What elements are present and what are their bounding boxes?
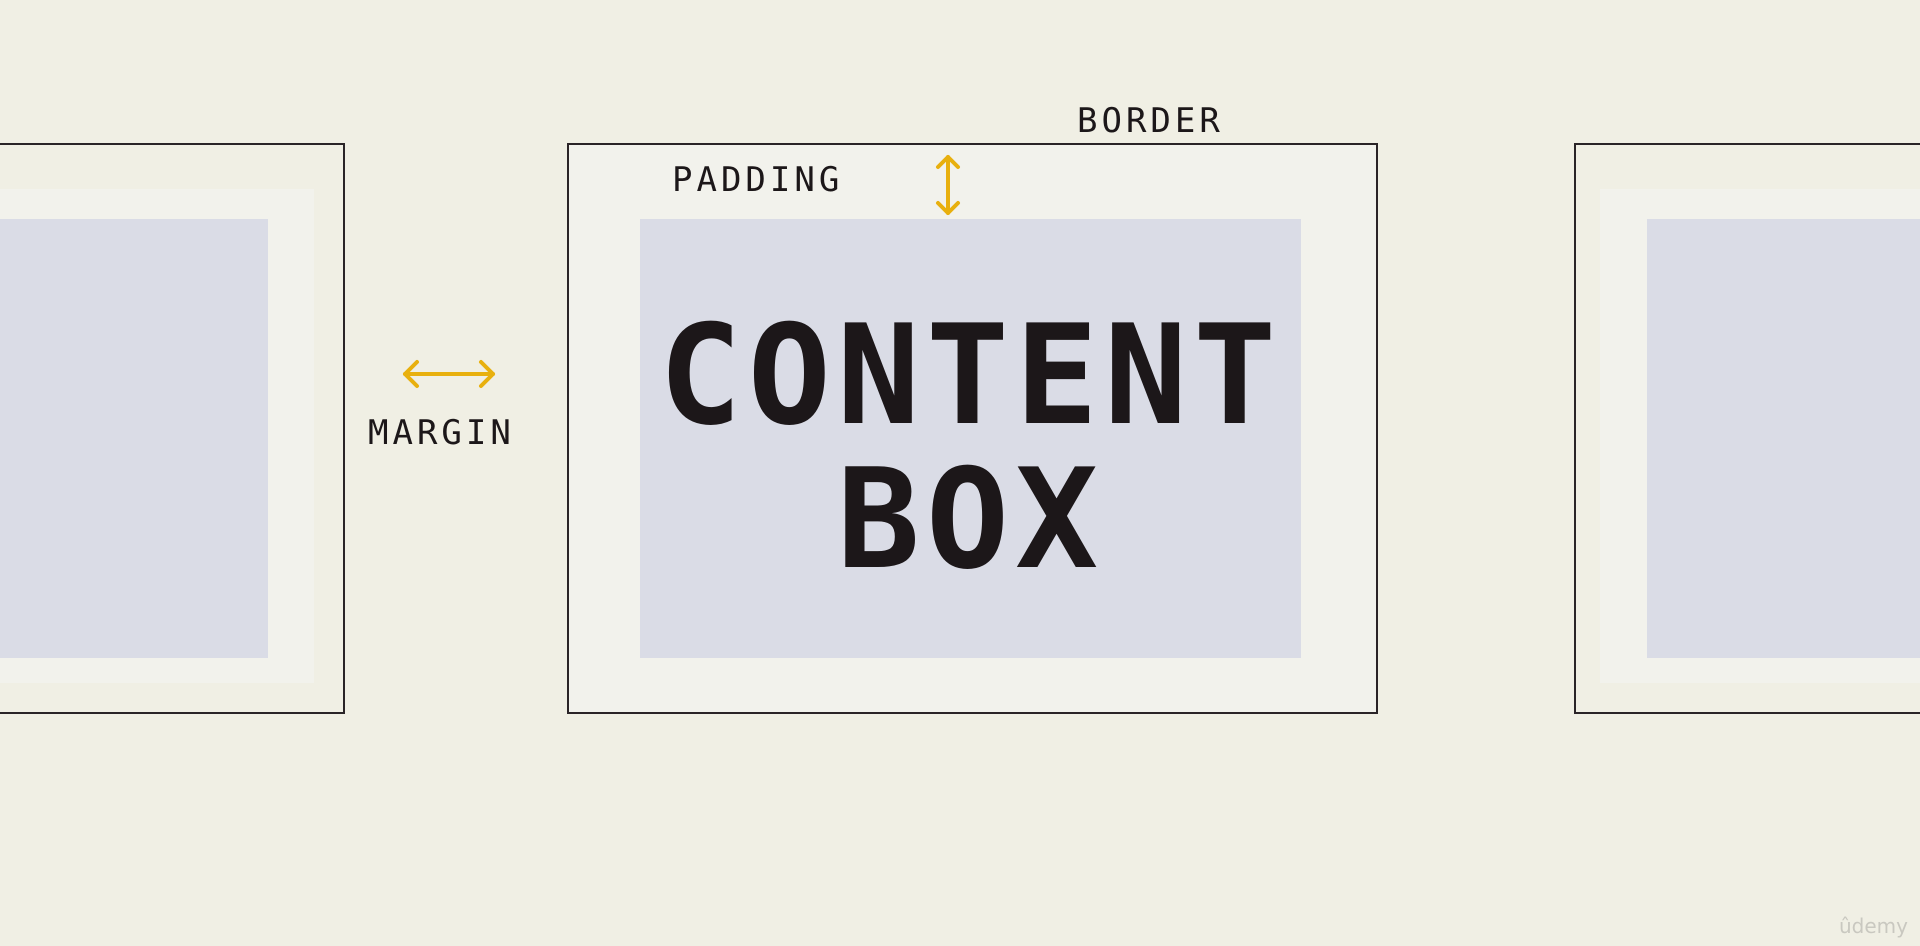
padding-label: PADDING (672, 160, 844, 200)
margin-label: MARGIN (368, 413, 515, 453)
right-box-content (1647, 219, 1920, 658)
content-box-line-2: BOX (836, 439, 1105, 600)
horizontal-double-arrow-icon (403, 360, 495, 388)
content-box-line-1: CONTENT (658, 295, 1283, 456)
vertical-double-arrow-icon (936, 155, 960, 215)
main-content-box: CONTENT BOX (640, 219, 1301, 658)
udemy-watermark: ûdemy (1839, 914, 1908, 938)
left-box-content (0, 219, 268, 658)
border-label: BORDER (1077, 101, 1224, 141)
